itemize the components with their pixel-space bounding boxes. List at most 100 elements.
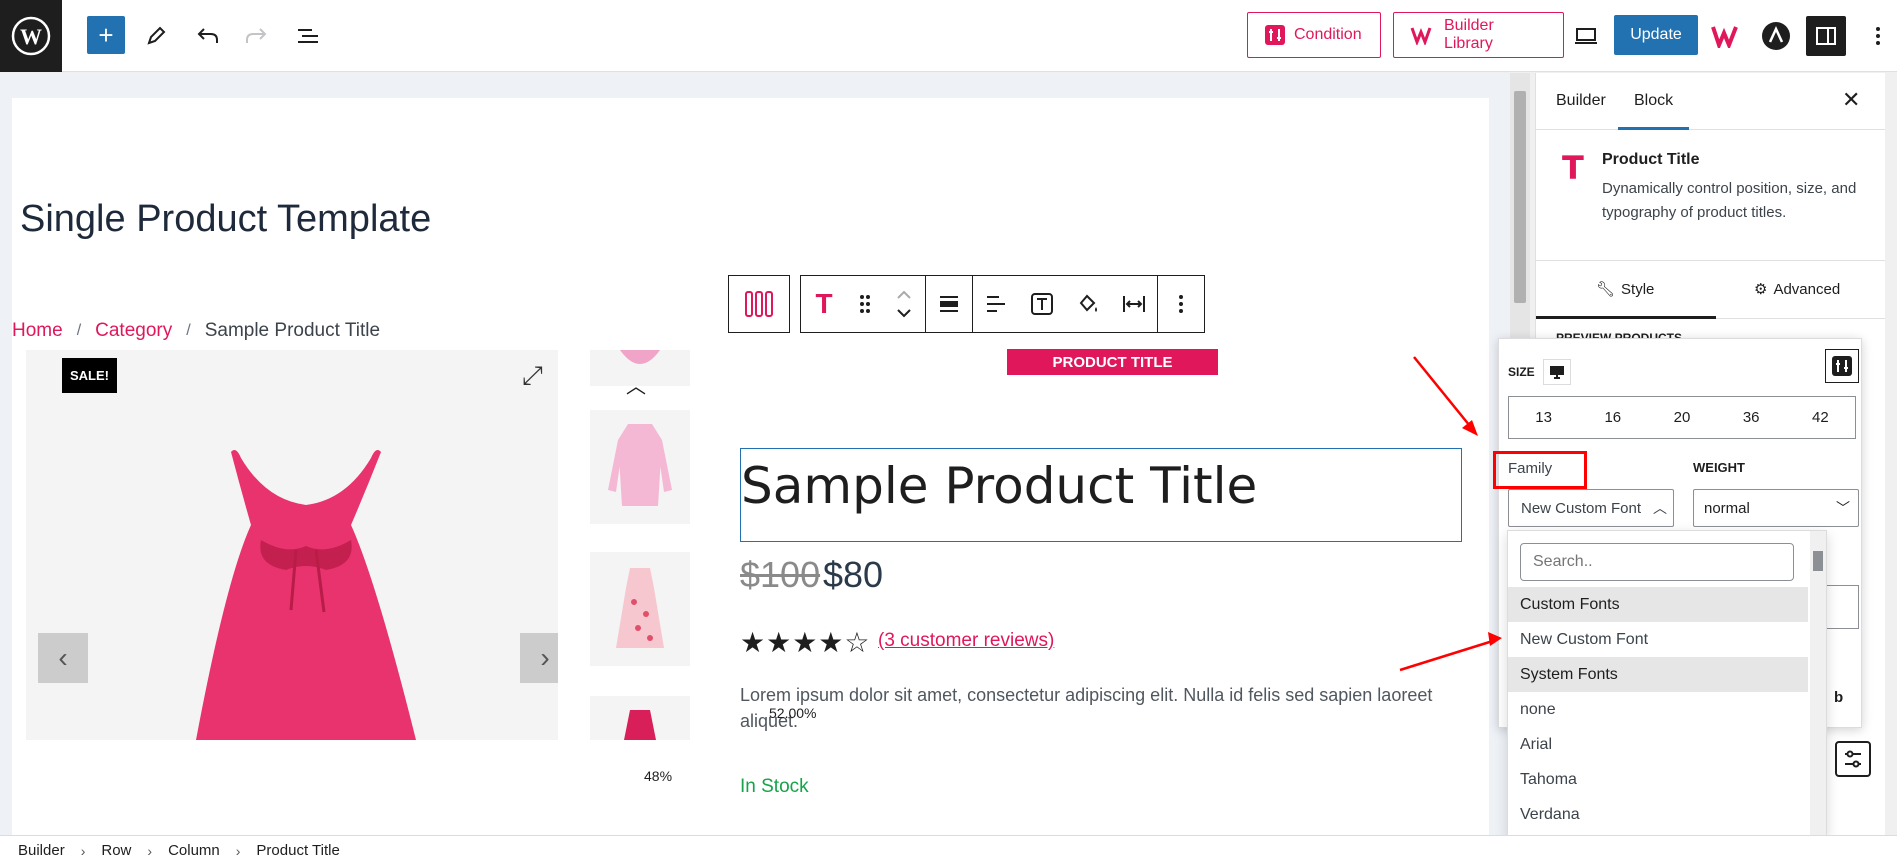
move-up-down-icon[interactable] (883, 275, 925, 333)
size-preset-13[interactable]: 13 (1535, 409, 1552, 426)
block-card-title: Product Title (1602, 151, 1700, 168)
size-preset-16[interactable]: 16 (1604, 409, 1621, 426)
columns-icon[interactable] (729, 275, 789, 333)
size-settings-icon[interactable] (1825, 349, 1859, 383)
pencil-icon[interactable] (136, 16, 176, 56)
breadcrumb-current: Sample Product Title (204, 320, 381, 341)
size-presets: 13 16 20 36 42 (1508, 396, 1856, 439)
wordpress-logo-icon[interactable]: W (0, 0, 62, 72)
spacing-icon[interactable] (1111, 275, 1157, 333)
dropdown-scrollbar-thumb[interactable] (1813, 551, 1823, 571)
style-tabs: 🔧︎ Style ⚙ Advanced (1536, 262, 1897, 319)
expand-icon[interactable]: ⤢ (522, 360, 543, 392)
font-option[interactable]: Tahoma (1508, 762, 1808, 797)
block-type-label: PRODUCT TITLE (1007, 349, 1218, 375)
breadcrumb-category-link[interactable]: Category (95, 320, 172, 342)
font-weight-select[interactable]: normal ﹀ (1693, 489, 1859, 527)
footer-crumb-row[interactable]: Row (101, 842, 131, 859)
font-option[interactable]: none (1508, 692, 1808, 727)
thumbnails-up-icon[interactable]: ︿ (626, 370, 646, 399)
font-options-list: Custom Fonts New Custom Font System Fonts n… (1508, 587, 1808, 832)
product-gallery[interactable]: SALE! ⤢ ‹ › (26, 350, 558, 740)
chevron-right-icon: › (80, 842, 86, 859)
breadcrumb-separator: / (186, 322, 191, 339)
condition-button[interactable]: Condition (1247, 12, 1381, 58)
font-option[interactable]: New Custom Font (1508, 622, 1808, 657)
annotation-highlight-box (1493, 451, 1587, 489)
update-button[interactable]: Update (1614, 15, 1698, 55)
thumbnail-item[interactable] (590, 410, 690, 524)
typography-icon[interactable] (1019, 275, 1065, 333)
builder-brand-icon[interactable] (1706, 16, 1746, 56)
tab-advanced[interactable]: ⚙ Advanced (1754, 280, 1841, 299)
builder-library-button[interactable]: Builder Library (1393, 12, 1564, 58)
product-title-block-icon[interactable]: T (801, 275, 847, 333)
gallery-next-arrow-icon[interactable]: › (520, 633, 558, 683)
product-title[interactable]: Sample Product Title (741, 457, 1257, 515)
footer-crumb-column[interactable]: Column (168, 842, 220, 859)
undo-icon[interactable] (188, 16, 228, 56)
align-block-icon[interactable] (926, 275, 972, 333)
gallery-thumbnails: ︿ (590, 350, 690, 740)
panel-scrollbar[interactable] (1885, 73, 1897, 835)
product-title-block-icon: T (1562, 149, 1584, 187)
add-block-icon[interactable]: + (87, 16, 125, 54)
size-preset-36[interactable]: 36 (1743, 409, 1760, 426)
font-option[interactable]: Arial (1508, 727, 1808, 762)
list-view-icon[interactable] (288, 16, 328, 56)
tab-block[interactable]: Block (1618, 92, 1690, 130)
font-family-dropdown: Custom FontsNew Custom FontSystem Fontsn… (1507, 530, 1827, 838)
font-option[interactable]: Verdana (1508, 797, 1808, 832)
thumbnail-item[interactable] (590, 696, 690, 740)
builder-library-label: Builder Library (1443, 17, 1494, 52)
color-fill-icon[interactable] (1065, 275, 1111, 333)
responsive-desktop-icon[interactable] (1542, 359, 1571, 385)
tab-builder[interactable]: Builder (1556, 92, 1606, 110)
breadcrumb-home-link[interactable]: Home (12, 320, 63, 342)
settings-sidebar-icon[interactable] (1806, 16, 1846, 56)
dress-image (196, 450, 416, 740)
tab-style-label: Style (1621, 280, 1655, 298)
block-settings-icon[interactable] (1835, 741, 1871, 777)
redo-icon[interactable] (236, 16, 276, 56)
thumbnail-item[interactable] (590, 552, 690, 666)
chevron-right-icon: › (147, 842, 153, 859)
tab-style[interactable]: 🔧︎ Style (1596, 280, 1655, 299)
canvas-scrollbar-thumb[interactable] (1514, 91, 1526, 303)
block-options-icon[interactable] (1158, 275, 1204, 333)
active-tab-indicator (1536, 316, 1716, 319)
tab-advanced-label: Advanced (1773, 280, 1841, 298)
astra-icon[interactable] (1756, 16, 1796, 56)
font-weight-value: normal (1704, 499, 1750, 517)
dropdown-scrollbar[interactable] (1810, 531, 1826, 837)
size-control-label: SIZE (1508, 359, 1571, 385)
thumbnail-percentage: 48% (644, 768, 673, 784)
text-align-icon[interactable] (973, 275, 1019, 333)
gallery-prev-arrow-icon[interactable]: ‹ (38, 633, 88, 683)
parent-block-button[interactable] (728, 275, 790, 333)
size-preset-20[interactable]: 20 (1674, 409, 1691, 426)
close-icon[interactable]: ✕ (1842, 87, 1860, 113)
drag-handle-icon[interactable] (847, 275, 883, 333)
weight-label: WEIGHT (1693, 460, 1745, 475)
gear-icon: ⚙ (1754, 281, 1768, 298)
more-options-icon[interactable] (1858, 16, 1897, 56)
condition-label: Condition (1294, 26, 1362, 43)
font-group-header: Custom Fonts (1508, 587, 1808, 622)
builder-logo-icon (1410, 27, 1432, 45)
desktop-preview-icon[interactable] (1566, 16, 1606, 56)
block-toolbar: T (728, 275, 1205, 333)
font-family-select[interactable]: New Custom Font ︿ (1508, 489, 1674, 527)
block-controls-group: T (800, 275, 1205, 333)
product-title-block[interactable]: Sample Product Title (740, 448, 1462, 542)
font-group-header: System Fonts (1508, 657, 1808, 692)
footer-crumb-builder[interactable]: Builder (18, 842, 65, 859)
size-preset-42[interactable]: 42 (1812, 409, 1829, 426)
footer-crumb-product-title[interactable]: Product Title (256, 842, 339, 859)
font-search-input[interactable] (1520, 543, 1794, 581)
stock-status: In Stock (740, 776, 809, 797)
font-family-value: New Custom Font (1521, 499, 1642, 517)
description-percentage: 52.00% (769, 705, 817, 721)
page-title: Single Product Template (20, 198, 432, 240)
reviews-link[interactable]: (3 customer reviews) (878, 630, 1054, 652)
